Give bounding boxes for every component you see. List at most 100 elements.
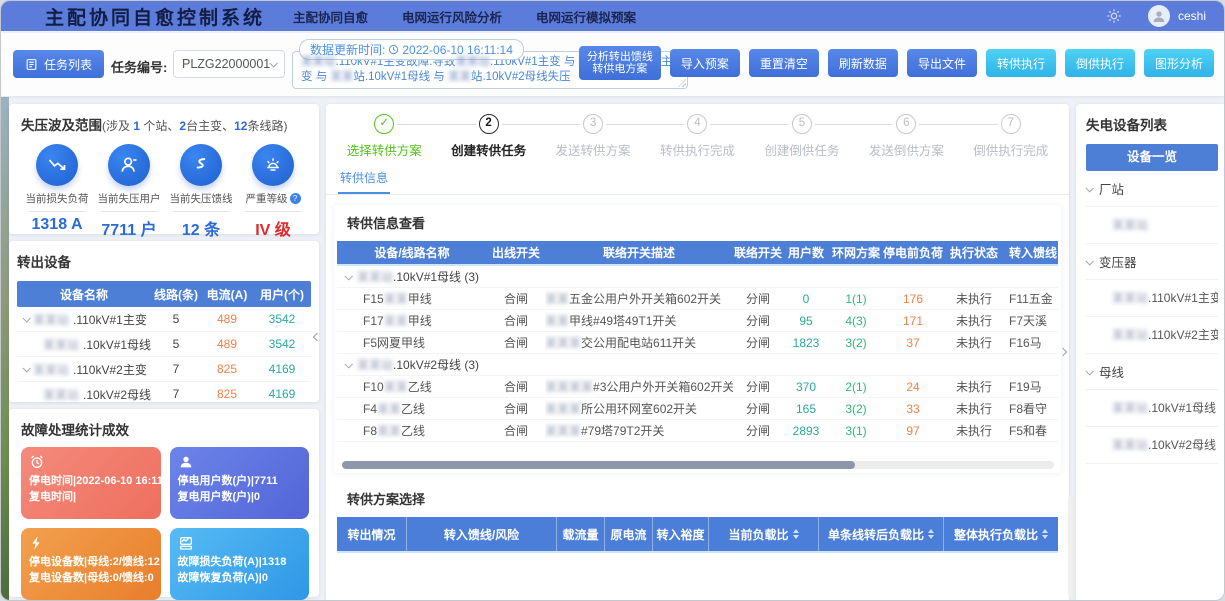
fault-stats-title: 故障处理统计成效 (21, 419, 309, 439)
table-row[interactable]: F10某某乙线 合闸 某某某某#3公用户外开关箱602开关 分闸 370 2(1… (337, 376, 1058, 398)
transfer-execute-button[interactable]: 转供执行 (986, 49, 1056, 77)
username: ceshi (1178, 9, 1206, 23)
chevron-down-icon (270, 59, 278, 67)
powerloss-device-panel: 失电设备列表 设备一览 厂站 某某站 变压器 某某站.110kV#1主变 某某站… (1076, 104, 1225, 601)
reset-clear-button[interactable]: 重置清空 (749, 49, 819, 77)
out-devices-table: 设备名称线路(条) 电流(A)用户(个) 某某站.110kV#1主变 54893… (17, 281, 311, 407)
chevron-down-icon[interactable] (344, 272, 352, 280)
user-icon (119, 155, 139, 175)
table-row[interactable]: F8某某乙线 合闸 某某某#79塔79T2开关 分闸 2893 3(1) 97 … (337, 420, 1058, 442)
transfer-table-header: 设备/线路名称出线开关 联络开关描述联络开关 用户数环网方案 停电前负荷执行状态… (337, 241, 1058, 266)
user-icon (178, 454, 194, 470)
alarm-lamp-icon (263, 155, 283, 175)
step-7: 7倒供执行完成 (959, 114, 1063, 159)
check-icon: ✓ (374, 114, 394, 134)
vertical-scrollbar[interactable] (1068, 496, 1075, 596)
collapse-left-icon[interactable] (314, 327, 320, 345)
table-row[interactable]: F17某某甲线 合闸 某某甲线#49塔49T1开关 分闸 95 4(3) 171… (337, 310, 1058, 332)
tree-item[interactable]: 某某站.10kV#1母线 (1086, 390, 1218, 427)
tab-transfer-info[interactable]: 转供信息 (338, 165, 390, 194)
table-row[interactable]: 某某站.10kV#2母线 78254169 (17, 382, 311, 407)
clock-icon (388, 44, 399, 55)
tree-item[interactable]: 某某站.110kV#1主变 (1086, 280, 1218, 317)
scroll-right-icon[interactable] (1060, 342, 1066, 360)
outage-time-card: 停电时间|2022-06-10 16:11 复电时间| (21, 447, 161, 519)
out-devices-header: 设备名称线路(条) 电流(A)用户(个) (17, 281, 311, 307)
step-1: ✓选择转供方案 (332, 114, 436, 159)
plan-select-section: 转供方案选择 转出情况 转入馈线/风险 载流量 原电流 转入裕度 当前负载比 单… (334, 485, 1061, 557)
table-row[interactable]: 某某站.10kV#1母线 54893542 (17, 332, 311, 357)
stat-voltage-loss-feeders: 当前失压馈线 12 条 (165, 144, 237, 240)
export-file-button[interactable]: 导出文件 (907, 49, 977, 77)
plan-table-header: 转出情况 转入馈线/风险 载流量 原电流 转入裕度 当前负载比 单条线转后负载比… (337, 517, 1058, 553)
device-list-header: 设备一览 (1086, 144, 1218, 171)
out-devices-panel: 转出设备 设备名称线路(条) 电流(A)用户(个) 某某站.110kV#1主变 … (9, 241, 319, 402)
avatar (1148, 5, 1170, 27)
process-stepper: ✓选择转供方案 2创建转供任务 3发送转供方案 4转供执行完成 5创建倒供任务 … (326, 104, 1069, 159)
voltage-loss-users-value: 7711 户 (93, 216, 165, 240)
impact-title: 失压波及范围 (21, 118, 102, 133)
analyze-transfer-plan-button[interactable]: 分析转出馈线 转供电方案 (579, 46, 661, 80)
user-menu[interactable]: ceshi (1148, 5, 1206, 27)
plan-select-title: 转供方案选择 (337, 489, 1058, 508)
table-row[interactable]: 某某站.110kV#1主变 54893542 (17, 307, 311, 332)
table-row[interactable]: F15某某甲线 合闸 某某五金公用户外开关箱602开关 分闸 0 1(1) 17… (337, 288, 1058, 310)
out-devices-title: 转出设备 (17, 251, 311, 271)
app-title: 主配协同自愈控制系统 (45, 3, 265, 30)
nav-item-risk-analysis[interactable]: 电网运行风险分析 (402, 7, 502, 26)
device-list-title: 失电设备列表 (1086, 114, 1218, 134)
transfer-info-section: 转供信息查看 设备/线路名称出线开关 联络开关描述联络开关 用户数环网方案 停电… (334, 205, 1061, 473)
table-row[interactable]: 某某站.110kV#2主变 78254169 (17, 357, 311, 382)
severity-value: IV 级 (237, 216, 309, 240)
sortable-header[interactable]: 当前负载比 (709, 517, 819, 551)
chevron-down-icon[interactable] (344, 360, 352, 368)
task-list-button[interactable]: 任务列表 (13, 50, 104, 78)
horizontal-scrollbar[interactable] (342, 461, 1054, 469)
step-5: 5创建倒供任务 (750, 114, 854, 159)
chevron-down-icon[interactable] (22, 364, 30, 372)
tree-item[interactable]: 某某站 (1086, 207, 1218, 244)
stat-severity: 严重等级? IV 级 (237, 144, 309, 240)
gear-icon[interactable] (1106, 8, 1122, 24)
sort-icon (1042, 529, 1048, 539)
tab-bar: 转供信息 (326, 165, 1069, 195)
main-nav: 主配协同自愈 电网运行风险分析 电网运行模拟预案 (293, 7, 636, 26)
table-row[interactable]: F4某某乙线 合闸 某某某所公用环网室602开关 分闸 165 3(2) 33 … (337, 398, 1058, 420)
chevron-down-icon (1085, 184, 1093, 192)
table-row[interactable]: F5网夏甲线 合闸 某某某交公用配电站611开关 分闸 1823 3(2) 37… (337, 332, 1058, 354)
step-3: 3发送转供方案 (541, 114, 645, 159)
help-icon[interactable]: ? (290, 193, 301, 204)
import-plan-button[interactable]: 导入预案 (670, 49, 740, 77)
refresh-data-button[interactable]: 刷新数据 (828, 49, 898, 77)
toolbar: 任务列表 任务编号: PLZG22000001 数据更新时间: 2022-06-… (1, 33, 1224, 96)
alarm-clock-icon (29, 454, 45, 470)
transfer-info-title: 转供信息查看 (337, 213, 1058, 232)
graph-analysis-button[interactable]: 图形分析 (1144, 49, 1214, 77)
step-4: 4转供执行完成 (645, 114, 749, 159)
scrollbar-thumb[interactable] (342, 461, 855, 469)
stat-voltage-loss-users: 当前失压用户 7711 户 (93, 144, 165, 240)
voltage-loss-feeders-value: 12 条 (165, 216, 237, 240)
chevron-down-icon (1085, 367, 1093, 375)
task-list-icon (25, 58, 38, 71)
chart-panel-icon (178, 535, 194, 551)
chevron-down-icon[interactable] (22, 314, 30, 322)
tree-item[interactable]: 某某站.10kV#2母线 (1086, 427, 1218, 464)
nav-item-simulation-plan[interactable]: 电网运行模拟预案 (536, 7, 636, 26)
fault-load-card: 故障损失负荷(A)|1318 故障恢复负荷(A)|0 (170, 528, 310, 600)
table-group-row[interactable]: 某某站.10kV#1母线 (3) (337, 266, 1058, 288)
main-content: ✓选择转供方案 2创建转供任务 3发送转供方案 4转供执行完成 5创建倒供任务 … (326, 104, 1069, 601)
tree-group-busbar[interactable]: 母线 (1086, 354, 1218, 390)
nav-item-self-healing[interactable]: 主配协同自愈 (293, 7, 368, 26)
tree-group-station[interactable]: 厂站 (1086, 171, 1218, 207)
sortable-header[interactable]: 单条线转后负载比 (819, 517, 944, 551)
outage-users-card: 停电用户数(户)|7711 复电用户数(户)|0 (170, 447, 310, 519)
sort-icon (793, 529, 799, 539)
table-group-row[interactable]: 某某站.10kV#2母线 (3) (337, 354, 1058, 376)
stat-loss-load: 当前损失负荷 1318 A (21, 144, 93, 240)
restore-execute-button[interactable]: 倒供执行 (1065, 49, 1135, 77)
tree-item[interactable]: 某某站.110kV#2主变 (1086, 317, 1218, 354)
tree-group-transformer[interactable]: 变压器 (1086, 244, 1218, 280)
task-no-select[interactable]: PLZG22000001 (173, 50, 285, 78)
sortable-header[interactable]: 整体执行负载比 (944, 517, 1058, 551)
